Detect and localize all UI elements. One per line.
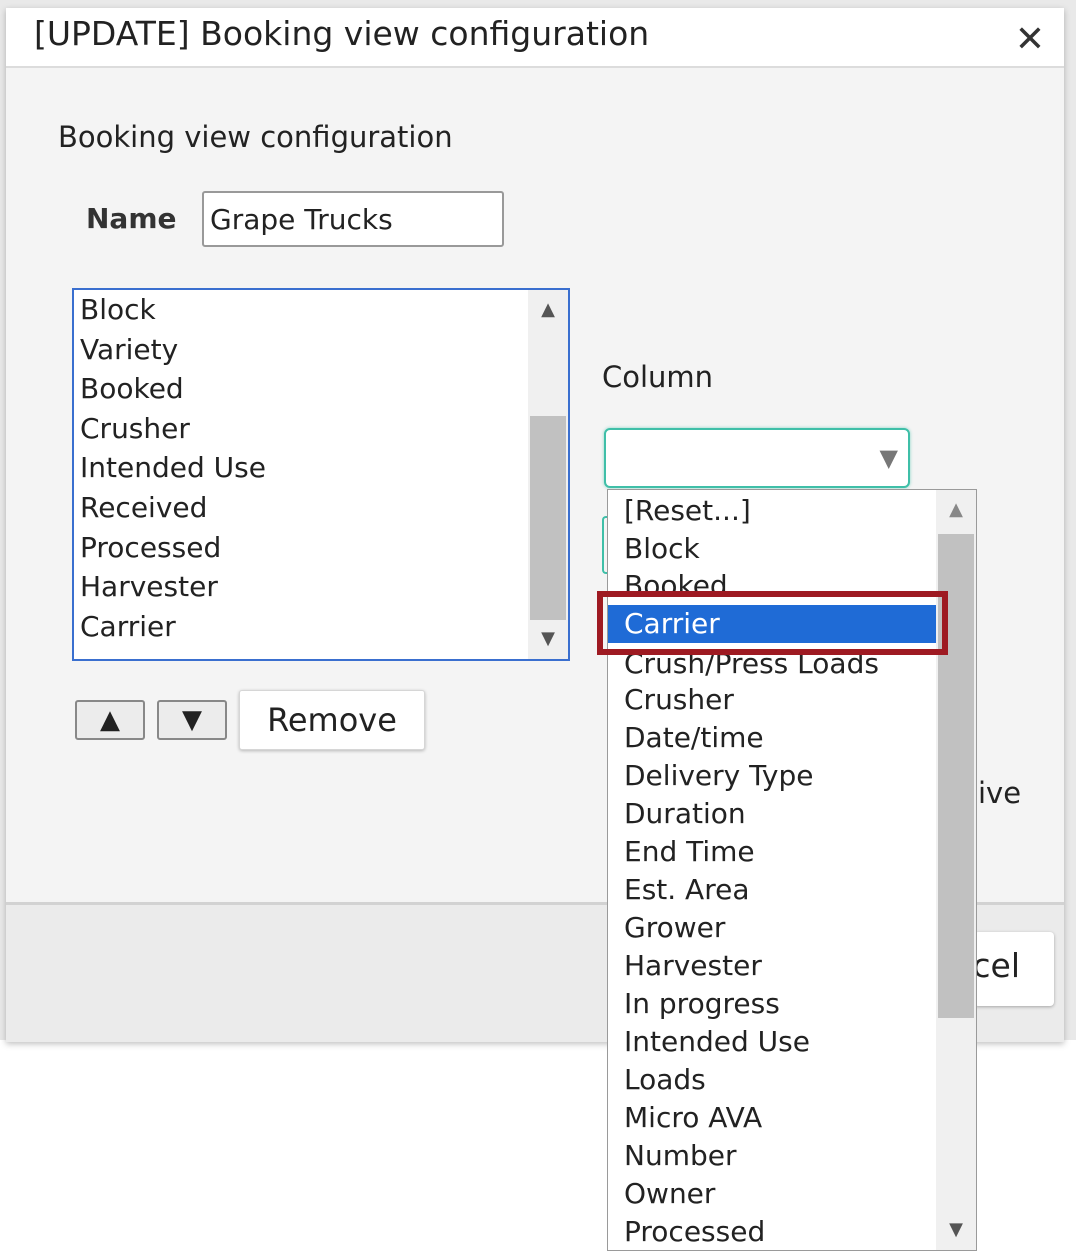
- list-item[interactable]: Carrier: [80, 607, 266, 647]
- column-select[interactable]: ▼: [604, 428, 910, 488]
- dropdown-option[interactable]: Owner: [608, 1175, 936, 1213]
- chevron-down-icon: ▼: [879, 444, 898, 472]
- dropdown-option[interactable]: Date/time: [608, 719, 936, 757]
- list-item[interactable]: Intended Use: [80, 448, 266, 488]
- obscured-label-text: ive: [978, 776, 1022, 810]
- list-item[interactable]: Harvester: [80, 567, 266, 607]
- list-item[interactable]: Block: [80, 290, 266, 330]
- dialog-title: [UPDATE] Booking view configuration: [34, 14, 650, 53]
- name-label: Name: [86, 202, 177, 235]
- dropdown-option[interactable]: Number: [608, 1137, 936, 1175]
- dropdown-option[interactable]: Delivery Type: [608, 757, 936, 795]
- dropdown-option[interactable]: Grower: [608, 909, 936, 947]
- column-label: Column: [602, 360, 714, 394]
- dropdown-option[interactable]: Duration: [608, 795, 936, 833]
- dropdown-option[interactable]: Harvester: [608, 947, 936, 985]
- dropdown-option[interactable]: [Reset...]: [608, 492, 936, 530]
- remove-button[interactable]: Remove: [239, 690, 425, 750]
- dropdown-option[interactable]: Loads: [608, 1061, 936, 1099]
- list-scrollbar[interactable]: ▲ ▼: [528, 290, 568, 659]
- list-item[interactable]: Booked: [80, 369, 266, 409]
- scroll-up-arrow-icon[interactable]: ▲: [936, 494, 976, 526]
- dropdown-option[interactable]: Micro AVA: [608, 1099, 936, 1137]
- move-up-button[interactable]: ▲: [75, 700, 145, 740]
- dropdown-option[interactable]: Crusher: [608, 681, 936, 719]
- name-input[interactable]: [202, 191, 504, 247]
- cancel-button[interactable]: cel: [974, 932, 1054, 1006]
- list-item[interactable]: Variety: [80, 330, 266, 370]
- section-title: Booking view configuration: [58, 120, 453, 154]
- scroll-down-arrow-icon[interactable]: ▼: [528, 621, 568, 657]
- cancel-button-label: cel: [974, 946, 1020, 985]
- dropdown-option[interactable]: Processed: [608, 1213, 936, 1250]
- scrollbar-thumb[interactable]: [530, 416, 566, 620]
- list-item[interactable]: Received: [80, 488, 266, 528]
- close-icon[interactable]: ✕: [1010, 20, 1050, 60]
- selected-columns-list[interactable]: Block Variety Booked Crusher Intended Us…: [72, 288, 570, 661]
- list-item[interactable]: Crusher: [80, 409, 266, 449]
- dropdown-option[interactable]: Intended Use: [608, 1023, 936, 1061]
- dropdown-option[interactable]: Block: [608, 530, 936, 568]
- scroll-up-arrow-icon[interactable]: ▲: [528, 292, 568, 328]
- scroll-down-arrow-icon[interactable]: ▼: [936, 1214, 976, 1246]
- dropdown-option[interactable]: In progress: [608, 985, 936, 1023]
- dropdown-option[interactable]: End Time: [608, 833, 936, 871]
- highlight-annotation-box: [597, 591, 948, 655]
- move-down-button[interactable]: ▼: [157, 700, 227, 740]
- dialog-titlebar: [UPDATE] Booking view configuration ✕: [6, 8, 1064, 68]
- list-item[interactable]: Processed: [80, 528, 266, 568]
- dropdown-option[interactable]: Est. Area: [608, 871, 936, 909]
